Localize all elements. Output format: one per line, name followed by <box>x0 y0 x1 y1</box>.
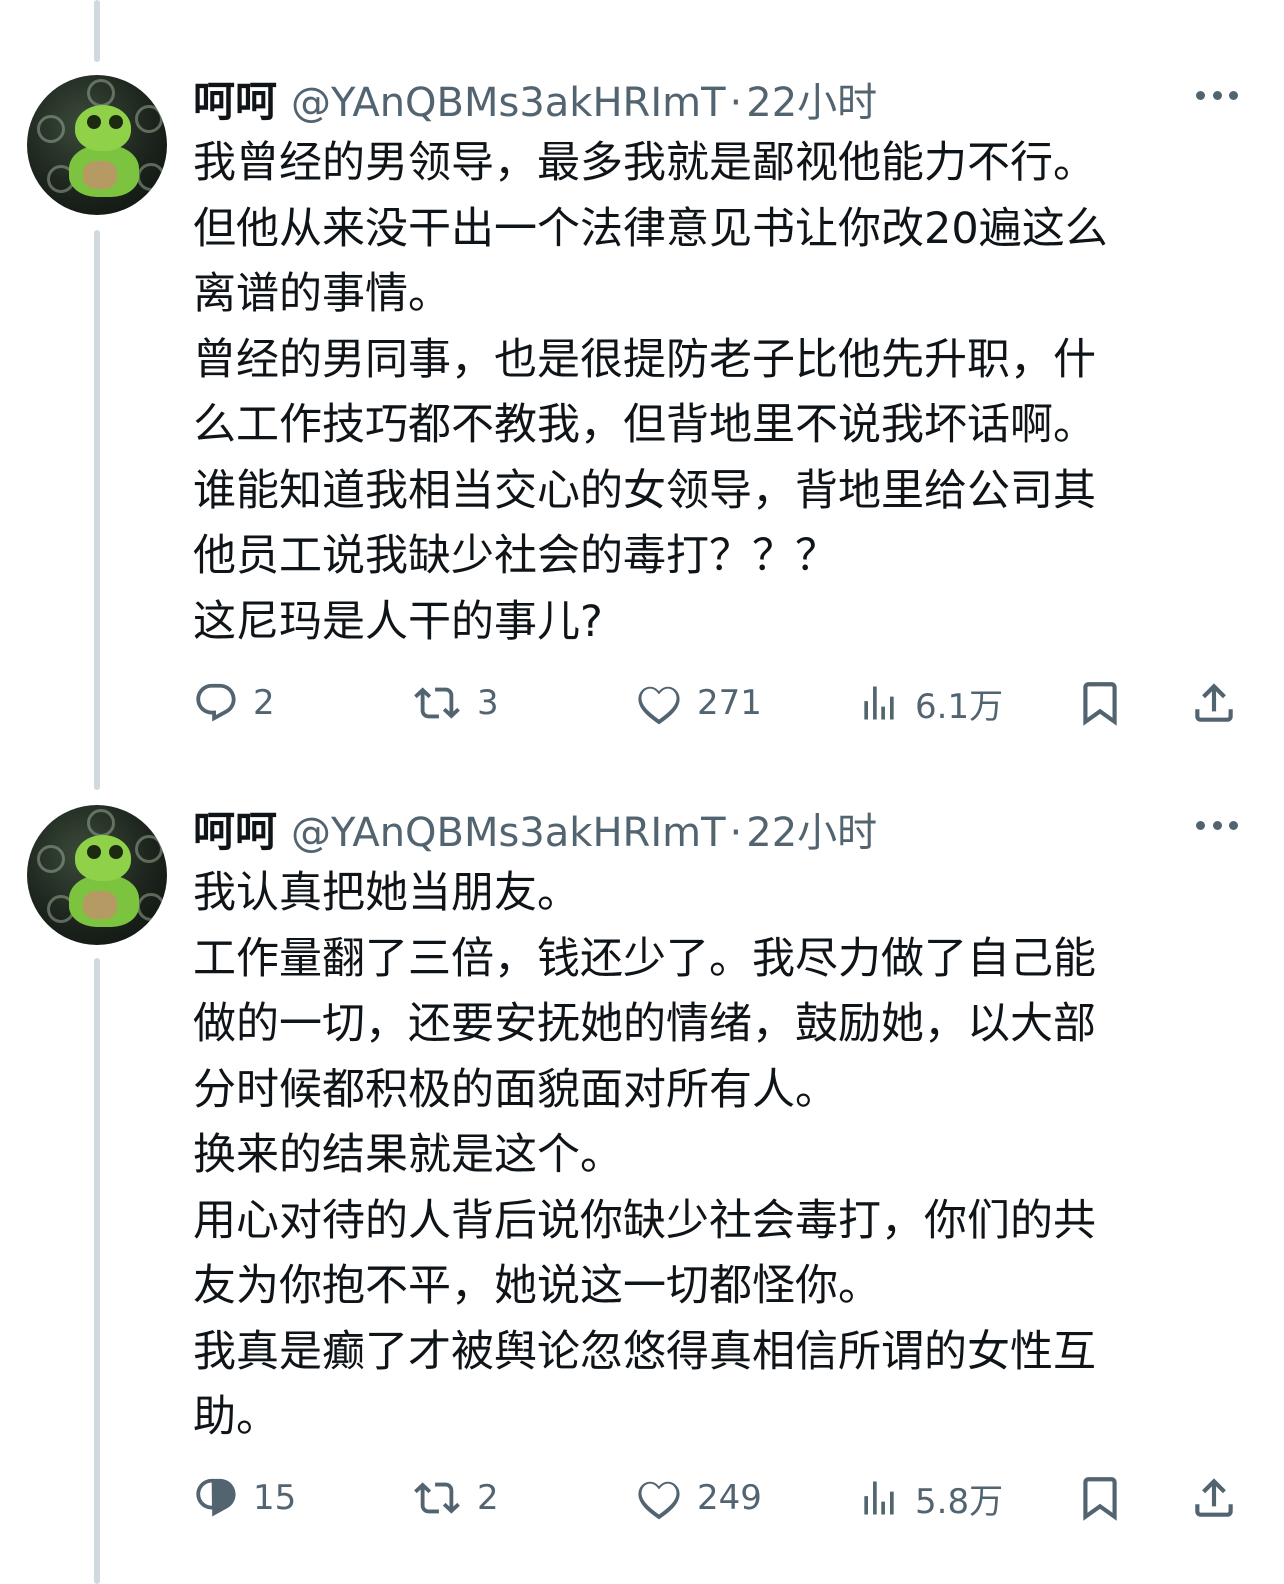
more-icon[interactable] <box>1196 821 1238 833</box>
tweet-line: 离谱的事情。 <box>193 269 451 319</box>
reply-button[interactable]: 2 <box>193 678 275 728</box>
heart-icon <box>638 1481 680 1520</box>
views-button[interactable]: 6.1万 <box>857 678 1003 728</box>
bookmark-button[interactable] <box>1075 1473 1125 1523</box>
tweet[interactable]: 呵呵 @YAnQBMs3akHRImT · 22小时 我认真把她当朋友。 工作量… <box>0 760 1284 1584</box>
repost-button[interactable]: 3 <box>411 678 499 728</box>
tweet-line: 助。 <box>193 1392 279 1442</box>
user-handle[interactable]: @YAnQBMs3akHRImT <box>291 80 726 126</box>
tweet-line: 工作量翻了三倍，钱还少了。我尽力做了自己能 <box>193 933 1096 984</box>
tweet-actions: 2 3 271 6.1万 <box>193 678 1243 728</box>
reply-icon <box>196 1478 236 1517</box>
share-button[interactable] <box>1189 1473 1239 1523</box>
tweet[interactable]: 呵呵 @YAnQBMs3akHRImT · 22小时 我曾经的男领导，最多我就是… <box>0 0 1284 760</box>
bookmark-icon <box>1083 682 1117 726</box>
views-button[interactable]: 5.8万 <box>857 1473 1003 1523</box>
tweet-line: 换来的结果就是这个。 <box>193 1130 623 1180</box>
repost-count: 3 <box>477 683 499 723</box>
reply-icon <box>196 683 236 722</box>
repost-count: 2 <box>477 1478 499 1518</box>
tweet-actions: 15 2 249 5.8万 <box>193 1473 1243 1523</box>
tweet-header: 呵呵 @YAnQBMs3akHRImT · 22小时 <box>193 798 877 856</box>
display-name[interactable]: 呵呵 <box>193 798 277 859</box>
tweet-line: 但他从来没干出一个法律意见书让你改20遍这么 <box>193 203 1108 254</box>
timestamp[interactable]: 22小时 <box>746 800 877 858</box>
timestamp[interactable]: 22小时 <box>746 70 877 128</box>
like-count: 271 <box>697 683 762 723</box>
tweet-line: 做的一切，还要安抚她的情绪，鼓励她，以大部 <box>193 999 1096 1049</box>
display-name[interactable]: 呵呵 <box>193 68 277 129</box>
separator-dot: · <box>729 810 743 856</box>
views-count: 5.8万 <box>915 1481 1004 1522</box>
tweet-line: 我曾经的男领导，最多我就是鄙视他能力不行。 <box>193 138 1096 188</box>
views-count: 6.1万 <box>915 686 1004 727</box>
tweet-line: 我真是癫了才被舆论忽悠得真相信所谓的女性互 <box>193 1326 1096 1377</box>
reply-count: 15 <box>253 1478 297 1518</box>
share-icon <box>1195 1478 1233 1517</box>
share-icon <box>1195 683 1233 722</box>
reply-button[interactable]: 15 <box>193 1473 296 1523</box>
tweet-line: 分时候都积极的面貌面对所有人。 <box>193 1064 838 1115</box>
repost-button[interactable]: 2 <box>411 1473 499 1523</box>
tweet-line: 谁能知道我相当交心的女领导，背地里给公司其 <box>193 465 1096 516</box>
user-handle[interactable]: @YAnQBMs3akHRImT <box>291 810 726 856</box>
heart-icon <box>638 686 680 725</box>
avatar[interactable] <box>27 805 167 945</box>
repost-icon <box>414 1482 460 1514</box>
bookmark-icon <box>1083 1477 1117 1521</box>
like-count: 249 <box>697 1478 762 1518</box>
like-button[interactable]: 249 <box>635 1473 762 1523</box>
tweet-line: 曾经的男同事，也是很提防老子比他先升职，什 <box>193 334 1096 385</box>
tweet-header: 呵呵 @YAnQBMs3akHRImT · 22小时 <box>193 68 877 126</box>
tweet-text: 我曾经的男领导，最多我就是鄙视他能力不行。 但他从来没干出一个法律意见书让你改2… <box>193 131 1203 655</box>
repost-icon <box>414 687 460 719</box>
tweet-line: 么工作技巧都不教我，但背地里不说我坏话啊。 <box>193 400 1096 450</box>
like-button[interactable]: 271 <box>635 678 762 728</box>
tweet-line: 友为你抱不平，她说这一切都怪你。 <box>193 1261 881 1311</box>
separator-dot: · <box>729 80 743 126</box>
views-icon <box>864 1481 894 1515</box>
more-icon[interactable] <box>1196 91 1238 103</box>
tweet-line: 他员工说我缺少社会的毒打？？？ <box>193 531 838 581</box>
bookmark-button[interactable] <box>1075 678 1125 728</box>
tweet-line: 我认真把她当朋友。 <box>193 868 580 918</box>
tweet-text: 我认真把她当朋友。 工作量翻了三倍，钱还少了。我尽力做了自己能 做的一切，还要安… <box>193 861 1203 1451</box>
reply-count: 2 <box>253 683 275 723</box>
tweet-line: 这尼玛是人干的事儿? <box>193 596 603 647</box>
avatar[interactable] <box>27 75 167 215</box>
share-button[interactable] <box>1189 678 1239 728</box>
views-icon <box>864 686 894 720</box>
tweet-line: 用心对待的人背后说你缺少社会毒打，你们的共 <box>193 1195 1096 1246</box>
